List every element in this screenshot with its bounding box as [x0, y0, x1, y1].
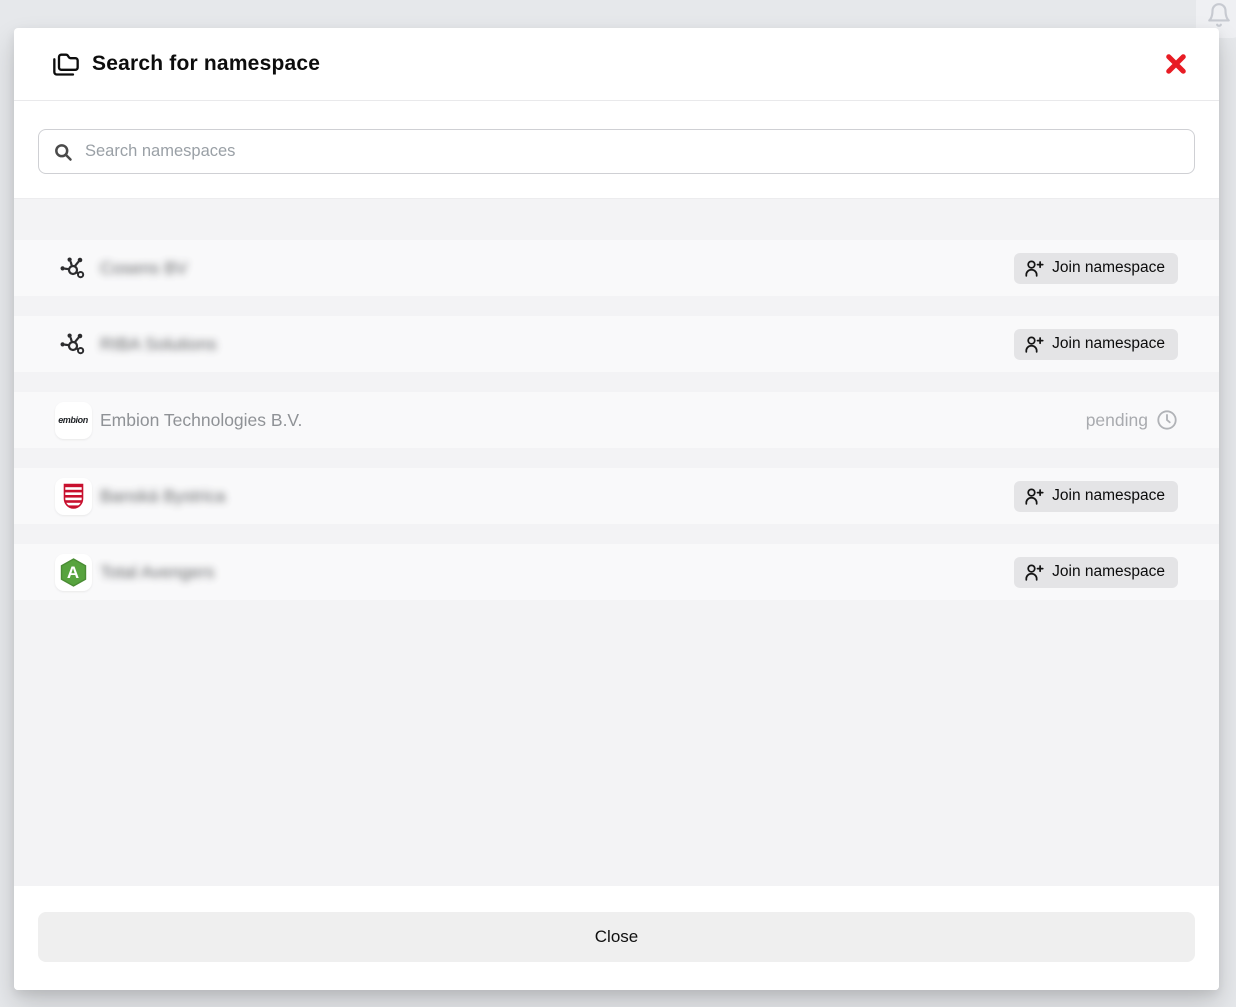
- join-namespace-button[interactable]: Join namespace: [1014, 253, 1178, 284]
- close-button[interactable]: Close: [38, 912, 1195, 962]
- x-close-icon: [1165, 53, 1187, 75]
- pending-status: pending: [1086, 409, 1178, 431]
- namespace-icon: A: [54, 554, 92, 591]
- namespace-row: Banská Bystrica Join namespace: [14, 468, 1219, 524]
- join-namespace-button[interactable]: Join namespace: [1014, 557, 1178, 588]
- join-namespace-label: Join namespace: [1052, 335, 1165, 353]
- namespace-row: A Total Avengers Join namespace: [14, 544, 1219, 600]
- search-section: [14, 101, 1219, 198]
- search-namespace-modal: Search for namespace Cosens BV: [14, 28, 1219, 990]
- notification-bell-icon: [1206, 2, 1232, 28]
- join-namespace-label: Join namespace: [1052, 563, 1165, 581]
- search-box[interactable]: [38, 129, 1195, 174]
- clock-icon: [1156, 409, 1178, 431]
- user-plus-icon: [1024, 335, 1045, 354]
- join-namespace-button[interactable]: Join namespace: [1014, 481, 1178, 512]
- namespace-icon: [54, 254, 92, 282]
- user-plus-icon: [1024, 563, 1045, 582]
- join-namespace-button[interactable]: Join namespace: [1014, 329, 1178, 360]
- namespace-icon: [54, 478, 92, 515]
- embion-logo: embion: [55, 402, 92, 439]
- search-input[interactable]: [85, 142, 1180, 161]
- network-nodes-icon: [58, 330, 88, 358]
- network-nodes-icon: [58, 254, 88, 282]
- striped-shield-logo: [55, 478, 92, 515]
- join-namespace-label: Join namespace: [1052, 259, 1165, 277]
- namespace-icon: embion: [54, 402, 92, 439]
- folders-icon: [52, 50, 80, 78]
- namespace-row: embion Embion Technologies B.V. pending: [14, 392, 1219, 448]
- hexagon-a-logo: A: [55, 554, 92, 591]
- modal-footer: Close: [14, 886, 1219, 990]
- namespace-name: Banská Bystrica: [100, 486, 225, 507]
- namespace-name: RIBA Solutions: [100, 334, 217, 355]
- namespace-name: Cosens BV: [100, 258, 188, 279]
- namespace-name: Total Avengers: [100, 562, 214, 583]
- namespace-icon: [54, 330, 92, 358]
- search-icon: [53, 142, 73, 162]
- namespace-row: RIBA Solutions Join namespace: [14, 316, 1219, 372]
- modal-header: Search for namespace: [14, 28, 1219, 101]
- namespace-list: Cosens BV Join namespace RIBA Solutions …: [14, 198, 1219, 886]
- join-namespace-label: Join namespace: [1052, 487, 1165, 505]
- close-modal-button[interactable]: [1159, 47, 1193, 81]
- namespace-name: Embion Technologies B.V.: [100, 410, 302, 431]
- pending-label: pending: [1086, 410, 1148, 431]
- modal-title: Search for namespace: [92, 52, 1159, 76]
- user-plus-icon: [1024, 487, 1045, 506]
- namespace-row: Cosens BV Join namespace: [14, 240, 1219, 296]
- user-plus-icon: [1024, 259, 1045, 278]
